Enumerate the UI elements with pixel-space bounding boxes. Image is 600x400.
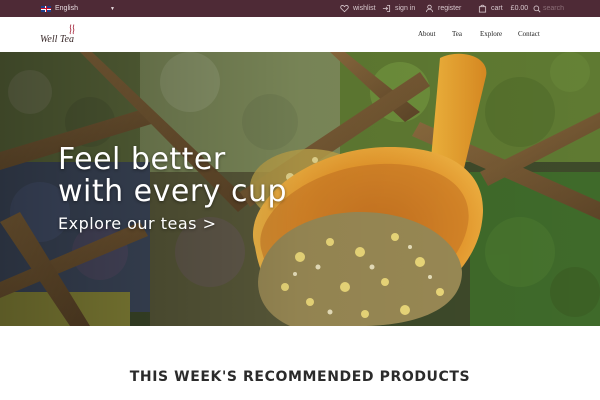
top-utility-bar: English ▼ wishlist sign in register cart… bbox=[0, 0, 600, 17]
nav-tea[interactable]: Tea bbox=[452, 30, 462, 38]
wishlist-label: wishlist bbox=[353, 5, 376, 12]
language-selector[interactable]: English ▼ bbox=[41, 0, 115, 17]
search-input[interactable] bbox=[543, 3, 593, 14]
chevron-down-icon: ▼ bbox=[109, 5, 115, 12]
sign-in-label: sign in bbox=[395, 5, 416, 12]
nav-contact[interactable]: Contact bbox=[518, 30, 540, 38]
recommended-products-heading: THIS WEEK'S RECOMMENDED PRODUCTS bbox=[129, 369, 471, 385]
flag-uk-icon bbox=[41, 5, 51, 12]
nav-explore[interactable]: Explore bbox=[480, 30, 502, 38]
hero-banner: Feel better with every cup Explore our t… bbox=[0, 52, 600, 326]
cart-amount: £0.00 bbox=[510, 5, 529, 12]
user-icon bbox=[425, 4, 434, 13]
nav-about[interactable]: About bbox=[418, 30, 436, 38]
logo-wordmark: Well Tea bbox=[40, 34, 74, 45]
search-box bbox=[533, 3, 593, 14]
sign-in-icon bbox=[382, 4, 391, 13]
search-icon[interactable] bbox=[533, 5, 541, 13]
heart-icon bbox=[340, 5, 349, 13]
bag-icon bbox=[478, 4, 487, 13]
site-header: Well Tea About Tea Explore Contact bbox=[0, 17, 600, 52]
hero-text-block: Feel better with every cup Explore our t… bbox=[58, 144, 287, 234]
language-label: English bbox=[55, 5, 78, 12]
cart-label: cart bbox=[491, 5, 503, 12]
logo[interactable]: Well Tea bbox=[40, 24, 80, 46]
cart-link[interactable]: cart £0.00 bbox=[478, 0, 528, 17]
register-link[interactable]: register bbox=[425, 0, 461, 17]
hero-title: Feel better with every cup bbox=[58, 142, 288, 209]
register-label: register bbox=[438, 5, 462, 12]
wishlist-link[interactable]: wishlist bbox=[340, 0, 376, 17]
explore-teas-link[interactable]: Explore our teas > bbox=[58, 214, 216, 233]
sign-in-link[interactable]: sign in bbox=[382, 0, 415, 17]
